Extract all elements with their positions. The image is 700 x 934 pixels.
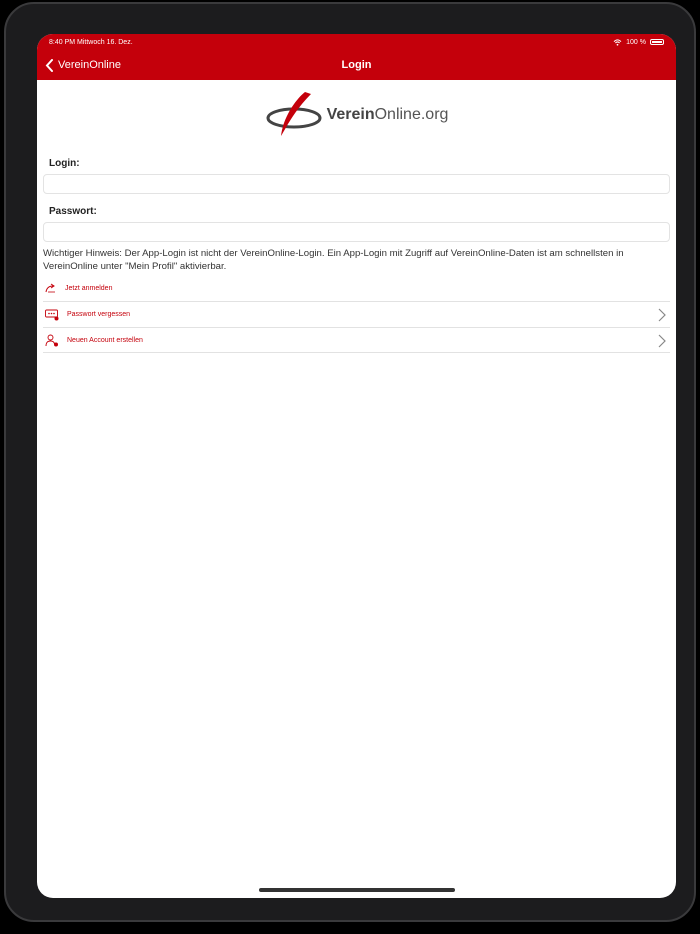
wifi-icon: [613, 38, 622, 46]
forgot-password-label: Passwort vergessen: [67, 311, 131, 318]
password-label: Passwort:: [49, 206, 97, 217]
page-title: Login: [341, 59, 372, 71]
new-account-row[interactable]: Neuen Account erstellen: [43, 327, 670, 353]
battery-percent: 100 %: [626, 38, 646, 46]
login-now-button[interactable]: Jetzt anmelden: [45, 281, 676, 295]
vereinonline-logo: VereinOnline.org: [37, 90, 676, 140]
logo-text: VereinOnline.org: [327, 106, 449, 124]
ipad-frame: 8:40 PM Mittwoch 16. Dez. 100 % VereinOn…: [4, 2, 696, 922]
chevron-left-icon: [45, 58, 53, 72]
home-indicator[interactable]: [259, 888, 455, 892]
app-screen: 8:40 PM Mittwoch 16. Dez. 100 % VereinOn…: [37, 34, 676, 898]
back-button[interactable]: VereinOnline: [45, 50, 121, 80]
add-user-icon: [45, 334, 58, 346]
logo-text-bold: Verein: [326, 106, 375, 123]
login-label: Login:: [49, 158, 80, 169]
login-input[interactable]: [43, 174, 670, 194]
password-input[interactable]: [43, 222, 670, 242]
login-now-label: Jetzt anmelden: [65, 284, 113, 292]
battery-icon: [650, 39, 664, 45]
new-account-label: Neuen Account erstellen: [67, 336, 143, 344]
password-key-icon: [45, 309, 59, 320]
logo-text-light: Online.org: [374, 106, 449, 123]
chevron-right-icon: [658, 308, 666, 322]
chevron-right-icon: [658, 334, 666, 348]
back-button-label: VereinOnline: [58, 59, 121, 71]
status-right: 100 %: [613, 39, 664, 46]
status-bar: 8:40 PM Mittwoch 16. Dez. 100 %: [37, 34, 676, 50]
forgot-password-row[interactable]: Passwort vergessen: [43, 301, 670, 327]
login-arrow-icon: [45, 283, 55, 293]
logo-mark-icon: [266, 92, 322, 136]
login-hint-text: Wichtiger Hinweis: Der App-Login ist nic…: [43, 248, 624, 272]
status-time-date: 8:40 PM Mittwoch 16. Dez.: [49, 38, 133, 46]
navigation-bar: VereinOnline Login: [37, 50, 676, 80]
